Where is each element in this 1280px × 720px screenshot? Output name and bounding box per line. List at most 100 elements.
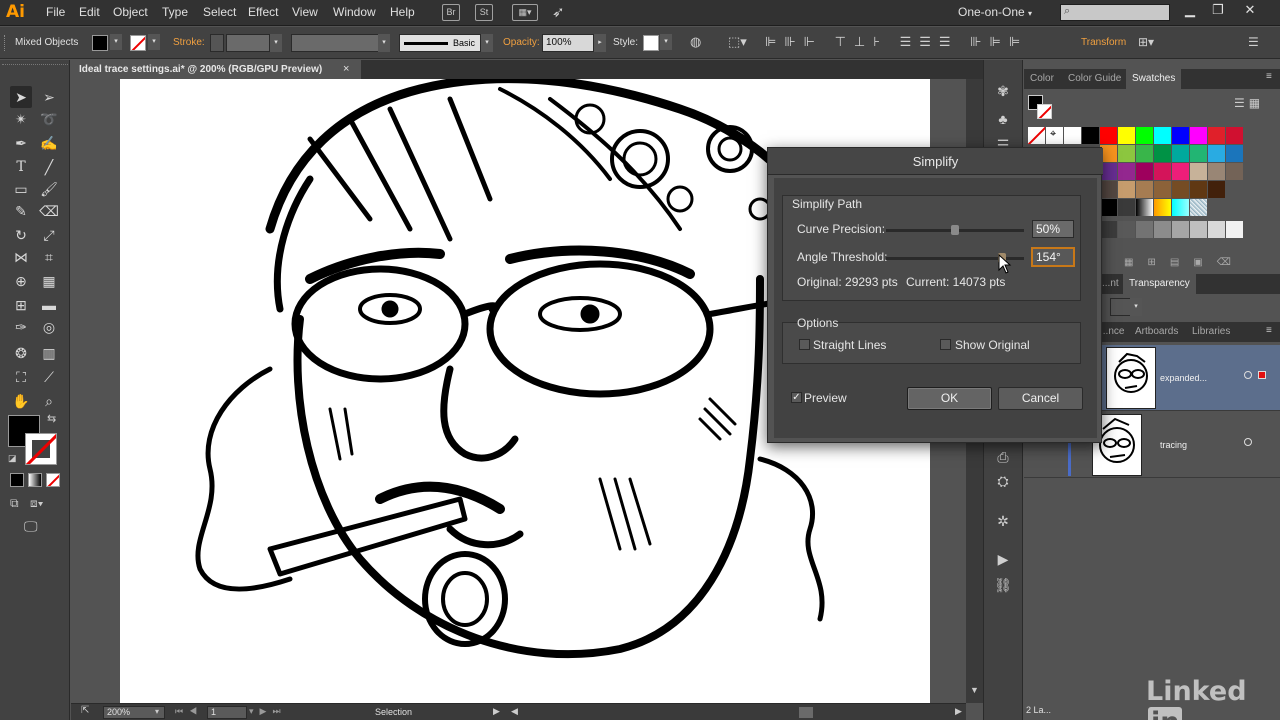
- curve-precision-field[interactable]: 50%: [1032, 220, 1074, 238]
- align-to-icon[interactable]: ⬚▾: [728, 34, 747, 50]
- menu-object[interactable]: Object: [113, 5, 148, 19]
- tab-transparency[interactable]: Transparency: [1123, 274, 1196, 294]
- document-info-icon[interactable]: ⎙: [991, 446, 1015, 468]
- pen-tool-icon[interactable]: ✒: [10, 132, 32, 154]
- gradient-mode-icon[interactable]: [28, 473, 42, 487]
- none-mode-icon[interactable]: [46, 473, 60, 487]
- fill-dropdown[interactable]: ▾: [110, 34, 122, 50]
- swatch[interactable]: [1154, 199, 1172, 217]
- swap-colors-icon[interactable]: ⇆: [47, 412, 56, 425]
- layer-target-icon[interactable]: [1244, 438, 1252, 446]
- swatch-panel-footer-icons[interactable]: ▦⊞▤▣⌫: [1124, 257, 1245, 268]
- artboard-prev-icons[interactable]: ⏮◀: [175, 706, 203, 717]
- export-icon[interactable]: ⇱: [81, 705, 89, 716]
- layer-name[interactable]: tracing: [1160, 440, 1187, 450]
- swatch[interactable]: [1154, 181, 1172, 199]
- selection-tool-icon[interactable]: ➤: [10, 86, 32, 108]
- brushes-icon[interactable]: ✾: [991, 80, 1015, 102]
- restore-button[interactable]: ❐: [1208, 2, 1228, 20]
- opacity-dropdown[interactable]: ▸: [594, 34, 606, 52]
- actions-icon[interactable]: ▶: [991, 548, 1015, 570]
- perspective-grid-tool-icon[interactable]: ▦: [38, 270, 60, 292]
- swatch[interactable]: [1100, 181, 1118, 199]
- swatch[interactable]: [1136, 181, 1154, 199]
- swatch-magenta[interactable]: [1190, 127, 1208, 145]
- direct-selection-tool-icon[interactable]: ➢: [38, 86, 60, 108]
- scroll-down-icon[interactable]: ▼: [970, 685, 979, 695]
- brush-dropdown[interactable]: ▾: [481, 34, 493, 52]
- show-original-label[interactable]: Show Original: [955, 338, 1030, 352]
- swatch[interactable]: [1190, 199, 1208, 217]
- line-tool-icon[interactable]: ╱: [38, 156, 60, 178]
- magic-wand-tool-icon[interactable]: ✴: [10, 108, 32, 130]
- panel-menu-icon[interactable]: ≡: [1266, 325, 1272, 336]
- swatch[interactable]: [1190, 163, 1208, 181]
- swatch[interactable]: [1208, 145, 1226, 163]
- rectangle-tool-icon[interactable]: ▭: [10, 178, 32, 200]
- width-tool-icon[interactable]: ⋈: [10, 246, 32, 268]
- swatch[interactable]: [1136, 145, 1154, 163]
- stroke-weight-stepper[interactable]: [210, 34, 224, 52]
- preview-checkbox[interactable]: ✓: [791, 392, 802, 403]
- navigator-icon[interactable]: ✲: [991, 510, 1015, 532]
- shape-builder-tool-icon[interactable]: ⊕: [10, 270, 32, 292]
- menu-effect[interactable]: Effect: [248, 5, 278, 19]
- align-buttons[interactable]: ⊫⊪⊩ ⊤⊥⊦ ☰☰☰ ⊪⊫⊫: [765, 34, 1028, 50]
- fill-swatch[interactable]: [92, 35, 108, 51]
- draw-mode-icon[interactable]: ⧉: [10, 496, 19, 511]
- minimize-button[interactable]: ▁: [1180, 2, 1200, 20]
- symbol-sprayer-tool-icon[interactable]: ❂: [10, 342, 32, 364]
- stroke-link[interactable]: Stroke:: [173, 37, 205, 48]
- swatch[interactable]: [1154, 221, 1172, 239]
- swatch[interactable]: [1118, 145, 1136, 163]
- eyedropper-tool-icon[interactable]: ✑: [10, 316, 32, 338]
- menu-file[interactable]: File: [46, 5, 65, 19]
- swatch[interactable]: [1208, 127, 1226, 145]
- tab-swatches[interactable]: Swatches: [1126, 69, 1182, 89]
- swatch[interactable]: [1172, 221, 1190, 239]
- zoom-tool-icon[interactable]: ⌕: [38, 390, 60, 412]
- swatch[interactable]: [1208, 181, 1226, 199]
- swatch-black[interactable]: [1082, 127, 1100, 145]
- swatch[interactable]: [1226, 127, 1244, 145]
- scroll-right-icon[interactable]: ▶: [955, 706, 962, 717]
- layer-name[interactable]: expanded...: [1160, 373, 1207, 383]
- opacity-link[interactable]: Opacity:: [503, 37, 540, 48]
- brush-definition[interactable]: Basic: [399, 34, 481, 52]
- swatch[interactable]: [1226, 163, 1244, 181]
- zoom-dropdown-icon[interactable]: ▾: [155, 707, 159, 716]
- hand-tool-icon[interactable]: ✋: [10, 390, 32, 412]
- swatch[interactable]: [1118, 221, 1136, 239]
- stroke-color-box[interactable]: [25, 433, 57, 465]
- close-tab-icon[interactable]: ×: [343, 63, 349, 75]
- swatch-registration[interactable]: ⌖: [1046, 127, 1064, 145]
- swatch-stroke-indicator[interactable]: [1037, 104, 1052, 119]
- recolor-artwork-icon[interactable]: ◍: [690, 34, 701, 50]
- status-menu-icon[interactable]: ▶: [493, 706, 500, 717]
- ok-button[interactable]: OK: [907, 387, 992, 410]
- toolbar-grip[interactable]: [2, 64, 68, 70]
- swatch[interactable]: [1190, 221, 1208, 239]
- lasso-tool-icon[interactable]: ➰: [38, 108, 60, 130]
- swatch[interactable]: [1136, 199, 1154, 217]
- screen-mode-icon[interactable]: 🖵: [24, 518, 38, 535]
- mesh-tool-icon[interactable]: ⊞: [10, 294, 32, 316]
- dialog-title[interactable]: Simplify: [768, 148, 1103, 175]
- swatch[interactable]: [1154, 145, 1172, 163]
- gradient-tool-icon[interactable]: ▬: [38, 294, 60, 316]
- swatch[interactable]: [1190, 181, 1208, 199]
- view-toggle-icons[interactable]: ☰▦: [1234, 96, 1264, 110]
- swatch[interactable]: [1226, 221, 1244, 239]
- swatch-red[interactable]: [1100, 127, 1118, 145]
- swatch[interactable]: [1190, 145, 1208, 163]
- straight-lines-label[interactable]: Straight Lines: [813, 338, 886, 352]
- blend-tool-icon[interactable]: ◎: [38, 316, 60, 338]
- stroke-weight-dropdown[interactable]: ▾: [270, 34, 282, 52]
- graphic-style-dropdown[interactable]: ▾: [660, 34, 672, 50]
- blend-mode-dropdown[interactable]: ▾: [1130, 298, 1142, 316]
- curvature-tool-icon[interactable]: ✍: [38, 132, 60, 154]
- swatch[interactable]: [1208, 221, 1226, 239]
- slice-tool-icon[interactable]: ⟋: [38, 366, 60, 388]
- swatch[interactable]: [1154, 163, 1172, 181]
- default-colors-icon[interactable]: ◪: [8, 453, 17, 464]
